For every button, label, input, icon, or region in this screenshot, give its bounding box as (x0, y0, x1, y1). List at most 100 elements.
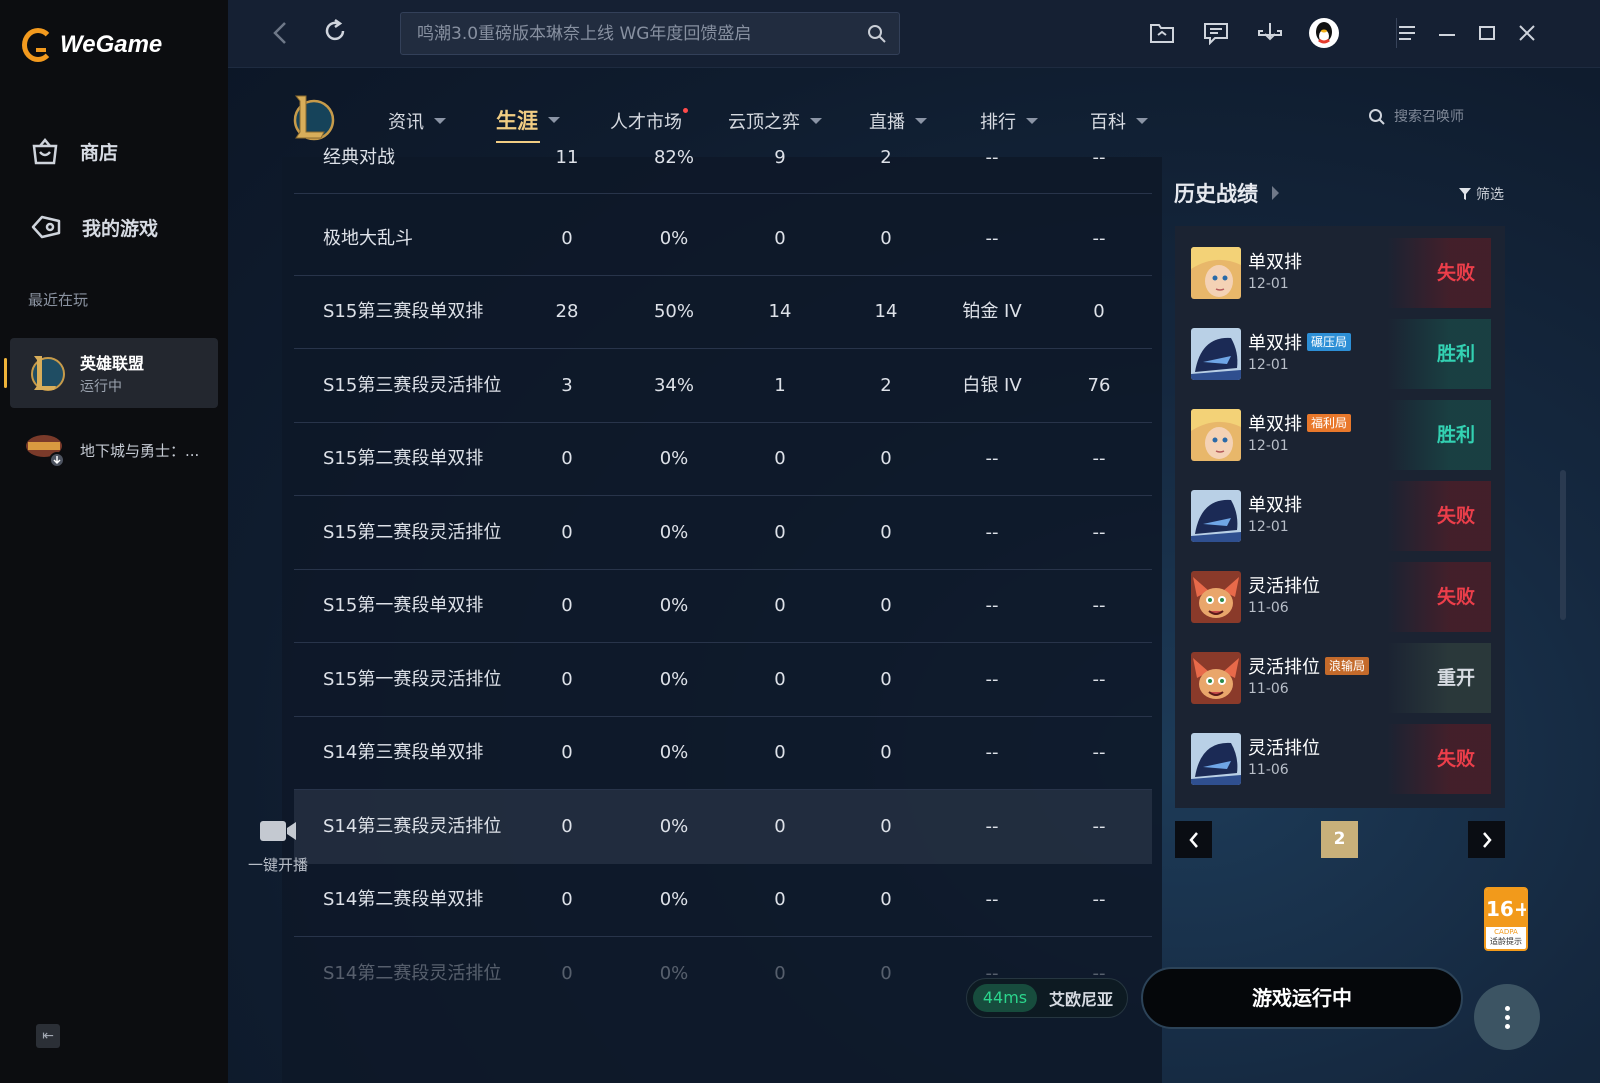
menu-button[interactable] (1390, 16, 1424, 50)
table-row[interactable]: S15第一赛段灵活排位 0 0% 0 0 -- -- (294, 643, 1152, 717)
stat-cell: -- (985, 816, 999, 837)
match-history-item[interactable]: 单双排 碾压局 12-01 胜利 (1191, 319, 1491, 389)
summoner-search-input[interactable] (1394, 109, 1504, 125)
table-row[interactable]: S14第三赛段单双排 0 0% 0 0 -- -- (294, 716, 1152, 790)
next-page-button[interactable] (1468, 821, 1505, 858)
sidebar-item-my-games[interactable]: 我的游戏 (30, 212, 158, 242)
age-rating-label: 16+ (1486, 889, 1526, 927)
match-date: 12-01 (1248, 438, 1289, 454)
recent-game-dnf[interactable]: 地下城与勇士：... (24, 432, 210, 468)
minimize-button[interactable] (1430, 16, 1464, 50)
game-status: 运行中 (80, 379, 122, 395)
stat-cell: 14 (874, 301, 898, 322)
search-icon[interactable] (867, 24, 887, 44)
match-history-item[interactable]: 单双排 12-01 失败 (1191, 481, 1491, 551)
scrollbar[interactable] (1560, 470, 1566, 620)
more-dot (1504, 1023, 1510, 1029)
more-options-button[interactable] (1474, 984, 1540, 1050)
collapse-sidebar-button[interactable]: ⇤ (36, 1024, 60, 1048)
refresh-button[interactable] (322, 18, 348, 48)
game-running-button[interactable]: 游戏运行中 (1141, 967, 1463, 1029)
one-click-live-button[interactable]: 一键开播 (236, 818, 320, 875)
sidebar-item-label: 我的游戏 (82, 217, 159, 240)
match-mode-text: 单双排 (1248, 333, 1302, 354)
current-page[interactable]: 2 (1321, 821, 1358, 858)
table-row[interactable]: S14第三赛段灵活排位 0 0% 0 0 -- -- (294, 790, 1152, 864)
tab-ranking[interactable]: 排行 (980, 108, 1038, 134)
age-rating-badge[interactable]: 16+ CADPA 适龄提示 (1484, 887, 1528, 951)
history-title[interactable]: 历史战绩 (1174, 178, 1279, 208)
table-row[interactable]: 极地大乱斗 0 0% 0 0 -- -- (294, 202, 1152, 276)
window-controls (1390, 16, 1544, 50)
qq-avatar-icon (1309, 18, 1339, 48)
stat-cell: 2 (880, 375, 892, 396)
close-button[interactable] (1510, 16, 1544, 50)
match-result: 胜利 (1387, 400, 1491, 470)
stat-cell: 0 (880, 963, 892, 984)
tab-talent-market[interactable]: 人才市场 (610, 108, 688, 134)
sidebar-item-shop[interactable]: 商店 (30, 136, 118, 166)
stat-cell: -- (1092, 889, 1106, 910)
top-right-tools (1145, 16, 1341, 50)
dnf-game-icon (26, 435, 65, 468)
recent-game-lol[interactable]: 英雄联盟 运行中 (4, 338, 218, 408)
stat-cell: 0 (880, 595, 892, 616)
tab-tft[interactable]: 云顶之弈 (728, 108, 822, 134)
tab-label: 云顶之弈 (728, 112, 800, 133)
user-avatar[interactable] (1307, 16, 1341, 50)
stat-cell: 82% (653, 147, 694, 168)
table-row[interactable]: S15第三赛段单双排 28 50% 14 14 铂金 IV 0 (294, 275, 1152, 349)
back-button[interactable] (272, 20, 288, 53)
match-tag-badge: 碾压局 (1307, 333, 1352, 351)
stat-cell: 0 (880, 448, 892, 469)
tab-wiki[interactable]: 百科 (1090, 108, 1148, 134)
match-history-item[interactable]: 灵活排位 11-06 失败 (1191, 724, 1491, 794)
match-mode: 单双排 (1248, 248, 1302, 274)
match-mode: 灵活排位 (1248, 572, 1320, 598)
stat-cell: 0 (880, 742, 892, 763)
stat-cell: -- (985, 228, 999, 249)
table-row[interactable]: S14第二赛段单双排 0 0% 0 0 -- -- (294, 863, 1152, 937)
stat-cell: 28 (555, 301, 579, 322)
active-tab-underline (496, 141, 540, 143)
search-input[interactable] (401, 13, 851, 54)
filter-button[interactable]: 筛选 (1458, 184, 1504, 204)
chevron-down-icon (1136, 118, 1148, 124)
table-row[interactable]: S15第二赛段灵活排位 0 0% 0 0 -- -- (294, 496, 1152, 570)
search-icon[interactable] (1368, 108, 1386, 126)
stat-cell: 0 (774, 669, 786, 690)
prev-page-button[interactable] (1175, 821, 1212, 858)
stat-cell: 0% (659, 816, 689, 837)
stat-cell: 0 (880, 669, 892, 690)
match-history-item[interactable]: 灵活排位 浪输局 11-06 重开 (1191, 643, 1491, 713)
stat-cell: -- (1092, 147, 1106, 168)
maximize-button[interactable] (1470, 16, 1504, 50)
match-history-list: 单双排 12-01 失败 单双排 碾压局 12-01 胜利 单双排 福利局 12-01 胜利 单双排 1… (1175, 226, 1505, 808)
message-button[interactable] (1199, 16, 1233, 50)
folder-button[interactable] (1145, 16, 1179, 50)
match-history-item[interactable]: 单双排 福利局 12-01 胜利 (1191, 400, 1491, 470)
recent-label: 最近在玩 (28, 291, 89, 309)
tab-live[interactable]: 直播 (869, 108, 927, 134)
wegame-logo[interactable]: WeGame (22, 28, 162, 62)
main-area: 资讯 生涯 人才市场 云顶之弈 直播 排行 百科 经典对战 11 82% 9 2 -- --… (228, 0, 1600, 1083)
stat-cell: 9 (774, 147, 786, 168)
stat-cell: 0% (659, 742, 689, 763)
match-history-item[interactable]: 单双排 12-01 失败 (1191, 238, 1491, 308)
table-row[interactable]: S15第一赛段单双排 0 0% 0 0 -- -- (294, 569, 1152, 643)
server-status[interactable]: 44ms 艾欧尼亚 (966, 978, 1128, 1018)
tab-career[interactable]: 生涯 (496, 105, 560, 143)
table-row[interactable]: S15第三赛段灵活排位 3 34% 1 2 白银 IV 76 (294, 349, 1152, 423)
download-button[interactable] (1253, 16, 1287, 50)
stat-cell: 0 (774, 448, 786, 469)
table-row[interactable]: S15第二赛段单双排 0 0% 0 0 -- -- (294, 422, 1152, 496)
stat-cell: 0 (561, 742, 573, 763)
ranked-stats-table: 经典对战 11 82% 9 2 -- -- 极地大乱斗 0 0% 0 0 -- -- S15第三赛段单双排 2… (282, 149, 1162, 1083)
lol-logo-icon[interactable] (286, 92, 336, 144)
table-row[interactable]: 经典对战 11 82% 9 2 -- -- (294, 149, 1152, 194)
match-mode-text: 单双排 (1248, 414, 1302, 435)
match-history-item[interactable]: 灵活排位 11-06 失败 (1191, 562, 1491, 632)
chevron-left-icon (273, 22, 286, 44)
tab-news[interactable]: 资讯 (388, 108, 446, 134)
queue-name: S15第一赛段单双排 (323, 595, 484, 616)
